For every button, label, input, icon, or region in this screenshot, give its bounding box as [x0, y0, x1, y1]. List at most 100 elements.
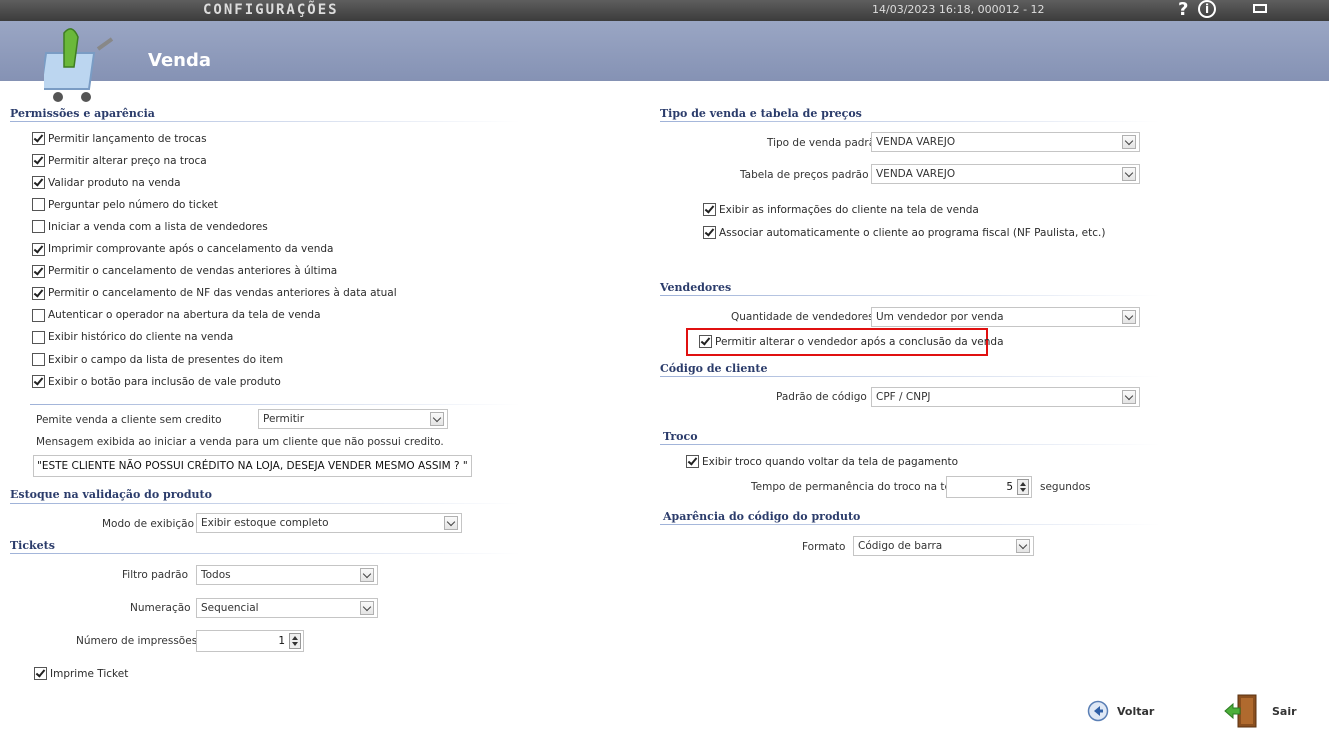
chevron-down-icon[interactable] [1122, 167, 1136, 181]
formato-label: Formato [802, 541, 846, 553]
checkbox-icon[interactable] [32, 242, 45, 256]
datetime-status: 14/03/2023 16:18, 000012 - 12 [872, 3, 1045, 16]
permission-checkbox[interactable]: Imprimir comprovante após o cancelamento… [32, 242, 333, 256]
section-title-permissoes: Permissões e aparência [10, 107, 155, 120]
permitir-alterar-vendedor-checkbox[interactable]: Permitir alterar o vendedor após a concl… [699, 335, 1004, 348]
info-icon[interactable]: i [1198, 0, 1216, 18]
section-divider [30, 404, 520, 405]
checkbox-icon[interactable] [32, 308, 45, 322]
page-title: Venda [148, 50, 211, 71]
stepper-arrows-icon[interactable] [1017, 479, 1029, 495]
tipo-venda-label: Tipo de venda padrão [767, 137, 882, 149]
permission-checkbox[interactable]: Permitir lançamento de trocas [32, 132, 207, 145]
segundos-label: segundos [1040, 481, 1091, 493]
minimize-icon[interactable] [1253, 4, 1267, 13]
permission-label: Permitir alterar preço na troca [48, 154, 207, 167]
message-label: Mensagem exibida ao iniciar a venda para… [36, 436, 444, 448]
section-divider [10, 553, 520, 554]
permission-checkbox[interactable]: Permitir o cancelamento de vendas anteri… [32, 264, 338, 278]
page-header: Venda [0, 21, 1329, 102]
impressoes-stepper[interactable]: 1 [196, 630, 304, 652]
associar-cliente-checkbox[interactable]: Associar automaticamente o cliente ao pr… [703, 226, 1105, 239]
back-arrow-icon [1087, 700, 1109, 722]
checkbox-icon[interactable] [32, 220, 45, 234]
checkbox-icon[interactable] [686, 455, 699, 468]
tabela-precos-select[interactable]: VENDA VAREJO [871, 164, 1140, 184]
padrao-codigo-label: Padrão de código [776, 391, 867, 403]
chevron-down-icon[interactable] [444, 516, 458, 530]
message-input[interactable]: "ESTE CLIENTE NÃO POSSUI CRÉDITO NA LOJA… [33, 455, 472, 477]
title-bar: CONFIGURAÇÕES 14/03/2023 16:18, 000012 -… [0, 0, 1329, 21]
checkbox-icon[interactable] [703, 226, 716, 239]
tabela-precos-label: Tabela de preços padrão [740, 169, 869, 181]
shopping-cart-icon [44, 28, 114, 102]
checkbox-icon[interactable] [703, 203, 716, 216]
permission-label: Validar produto na venda [48, 176, 181, 189]
stepper-arrows-icon[interactable] [289, 633, 301, 649]
permission-label: Autenticar o operador na abertura da tel… [48, 309, 321, 322]
section-divider [660, 524, 1160, 525]
checkbox-icon[interactable] [32, 375, 45, 389]
permission-label: Permitir lançamento de trocas [48, 132, 207, 145]
permission-checkbox[interactable]: Autenticar o operador na abertura da tel… [32, 308, 321, 322]
window-title: CONFIGURAÇÕES [203, 2, 339, 18]
checkbox-icon[interactable] [32, 286, 45, 300]
checkbox-icon[interactable] [32, 353, 45, 366]
section-title-codigo-cliente: Código de cliente [660, 362, 768, 375]
checkbox-icon[interactable] [699, 335, 712, 348]
permission-checkbox[interactable]: Perguntar pelo número do ticket [32, 198, 218, 212]
checkbox-icon[interactable] [32, 154, 45, 168]
checkbox-icon[interactable] [32, 264, 45, 278]
section-title-troco: Troco [663, 430, 698, 443]
voltar-button[interactable]: Voltar [1087, 700, 1154, 722]
section-title-aparencia-codigo: Aparência do código do produto [663, 510, 861, 523]
permission-checkbox[interactable]: Iniciar a venda com a lista de vendedore… [32, 220, 268, 234]
tempo-troco-label: Tempo de permanência do troco na tela [751, 481, 961, 493]
permission-label: Perguntar pelo número do ticket [48, 198, 218, 211]
credit-label: Pemite venda a cliente sem credito [36, 414, 222, 426]
chevron-down-icon[interactable] [1016, 539, 1030, 553]
credit-select[interactable]: Permitir [258, 409, 448, 429]
chevron-down-icon[interactable] [1122, 390, 1136, 404]
tipo-venda-select[interactable]: VENDA VAREJO [871, 132, 1140, 152]
section-divider [660, 376, 1160, 377]
sair-button[interactable]: Sair [1224, 694, 1297, 728]
permission-checkbox[interactable]: Exibir o botão para inclusão de vale pro… [32, 375, 281, 389]
numeracao-label: Numeração [130, 602, 191, 614]
permission-checkbox[interactable]: Validar produto na venda [32, 176, 181, 190]
checkbox-icon[interactable] [32, 330, 45, 344]
section-divider [660, 295, 1160, 296]
exit-door-icon [1224, 694, 1257, 728]
quantidade-vendedores-select[interactable]: Um vendedor por venda [871, 307, 1140, 327]
chevron-down-icon[interactable] [1122, 310, 1136, 324]
permission-checkbox[interactable]: Exibir o campo da lista de presentes do … [32, 353, 283, 366]
permission-label: Permitir o cancelamento de vendas anteri… [48, 265, 338, 278]
permission-label: Iniciar a venda com a lista de vendedore… [48, 220, 268, 233]
permission-checkbox[interactable]: Permitir o cancelamento de NF das vendas… [32, 286, 397, 300]
filtro-select[interactable]: Todos [196, 565, 378, 585]
chevron-down-icon[interactable] [430, 412, 444, 426]
permission-checkbox[interactable]: Exibir histórico do cliente na venda [32, 330, 234, 344]
modo-exibicao-label: Modo de exibição [102, 518, 194, 530]
chevron-down-icon[interactable] [1122, 135, 1136, 149]
checkbox-icon[interactable] [32, 176, 45, 190]
numeracao-select[interactable]: Sequencial [196, 598, 378, 618]
modo-exibicao-select[interactable]: Exibir estoque completo [196, 513, 462, 533]
padrao-codigo-select[interactable]: CPF / CNPJ [871, 387, 1140, 407]
chevron-down-icon[interactable] [360, 601, 374, 615]
permission-checkbox[interactable]: Permitir alterar preço na troca [32, 154, 207, 168]
help-icon[interactable]: ? [1178, 0, 1188, 20]
formato-select[interactable]: Código de barra [853, 536, 1034, 556]
section-divider [660, 444, 1160, 445]
checkbox-icon[interactable] [32, 198, 45, 212]
imprime-ticket-checkbox[interactable]: Imprime Ticket [34, 667, 128, 680]
checkbox-icon[interactable] [34, 667, 47, 680]
section-title-vendedores: Vendedores [660, 281, 732, 294]
permission-label: Exibir o botão para inclusão de vale pro… [48, 375, 281, 388]
checkbox-icon[interactable] [32, 132, 45, 145]
permission-label: Exibir histórico do cliente na venda [48, 331, 234, 344]
chevron-down-icon[interactable] [360, 568, 374, 582]
exibir-info-cliente-checkbox[interactable]: Exibir as informações do cliente na tela… [703, 203, 979, 216]
tempo-troco-stepper[interactable]: 5 [946, 476, 1032, 498]
exibir-troco-checkbox[interactable]: Exibir troco quando voltar da tela de pa… [686, 455, 958, 468]
